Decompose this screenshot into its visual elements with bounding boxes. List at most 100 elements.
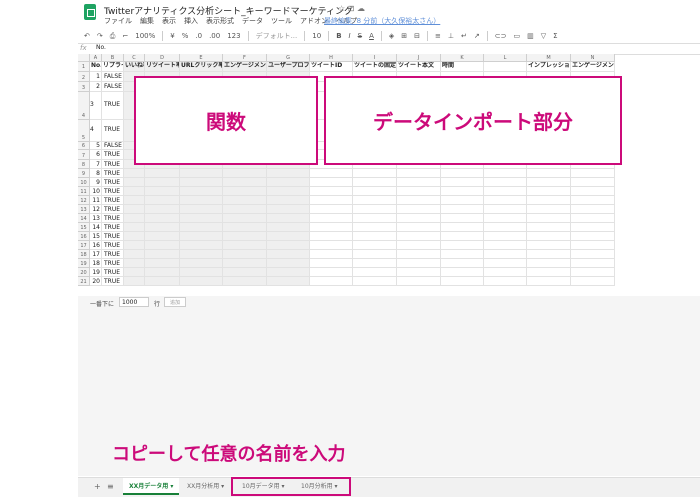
fill-color-icon[interactable]: ◈ xyxy=(389,32,394,40)
grid-cell[interactable] xyxy=(310,259,353,268)
row-header[interactable]: 8 xyxy=(78,160,90,169)
column-header[interactable]: H xyxy=(310,54,353,62)
grid-cell[interactable] xyxy=(180,169,223,178)
grid-cell[interactable] xyxy=(527,196,571,205)
grid-cell[interactable] xyxy=(397,178,441,187)
sheet-tab-xx-analysis[interactable]: XX月分析用 ▾ xyxy=(181,478,230,495)
grid-cell[interactable] xyxy=(441,259,484,268)
grid-cell[interactable] xyxy=(267,178,310,187)
grid-cell[interactable] xyxy=(310,241,353,250)
grid-cell[interactable] xyxy=(267,259,310,268)
grid-cell[interactable] xyxy=(571,187,615,196)
grid-cell[interactable] xyxy=(124,277,145,286)
grid-cell[interactable] xyxy=(180,232,223,241)
grid-cell[interactable] xyxy=(353,205,397,214)
text-rotate-icon[interactable]: ↗ xyxy=(474,32,480,40)
grid-cell[interactable] xyxy=(180,187,223,196)
grid-cell[interactable] xyxy=(397,250,441,259)
grid-cell[interactable] xyxy=(267,277,310,286)
grid-cell[interactable] xyxy=(124,223,145,232)
grid-cell[interactable] xyxy=(484,250,527,259)
row-header[interactable]: 14 xyxy=(78,214,90,223)
value-cell[interactable]: TRUE xyxy=(102,150,124,160)
grid-cell[interactable] xyxy=(353,250,397,259)
value-cell[interactable]: TRUE xyxy=(102,268,124,277)
grid-cell[interactable] xyxy=(353,277,397,286)
grid-cell[interactable] xyxy=(484,241,527,250)
grid-cell[interactable] xyxy=(310,169,353,178)
header-cell[interactable]: ツイート本文 xyxy=(397,62,441,72)
no-cell[interactable]: 5 xyxy=(90,142,102,150)
grid-cell[interactable] xyxy=(124,241,145,250)
grid-cell[interactable] xyxy=(527,232,571,241)
grid-cell[interactable] xyxy=(124,178,145,187)
no-cell[interactable]: 19 xyxy=(90,268,102,277)
grid-cell[interactable] xyxy=(397,196,441,205)
grid-cell[interactable] xyxy=(267,268,310,277)
row-header[interactable]: 10 xyxy=(78,178,90,187)
column-header[interactable]: F xyxy=(223,54,267,62)
no-cell[interactable]: 11 xyxy=(90,196,102,205)
menu-format[interactable]: 表示形式 xyxy=(206,16,234,26)
column-header[interactable]: N xyxy=(571,54,615,62)
grid-cell[interactable] xyxy=(145,277,180,286)
row-header[interactable]: 1 xyxy=(78,62,90,72)
no-cell[interactable]: 16 xyxy=(90,241,102,250)
column-header[interactable]: B xyxy=(102,54,124,62)
grid-cell[interactable] xyxy=(397,241,441,250)
grid-cell[interactable] xyxy=(223,169,267,178)
grid-cell[interactable] xyxy=(353,196,397,205)
value-cell[interactable]: TRUE xyxy=(102,120,124,142)
row-header[interactable]: 3 xyxy=(78,82,90,92)
row-header[interactable]: 11 xyxy=(78,187,90,196)
value-cell[interactable]: TRUE xyxy=(102,205,124,214)
header-cell[interactable] xyxy=(484,62,527,72)
row-header[interactable]: 16 xyxy=(78,232,90,241)
value-cell[interactable]: TRUE xyxy=(102,277,124,286)
grid-cell[interactable] xyxy=(441,277,484,286)
formula-input[interactable]: No. xyxy=(96,44,106,51)
grid-cell[interactable] xyxy=(180,178,223,187)
zoom-select[interactable]: 100% xyxy=(135,32,155,40)
functions-button[interactable]: Σ xyxy=(553,32,557,40)
value-cell[interactable]: TRUE xyxy=(102,178,124,187)
grid-cell[interactable] xyxy=(180,250,223,259)
italic-button[interactable]: I xyxy=(349,32,351,40)
grid-cell[interactable] xyxy=(124,268,145,277)
grid-cell[interactable] xyxy=(124,196,145,205)
grid-cell[interactable] xyxy=(267,223,310,232)
grid-cell[interactable] xyxy=(223,241,267,250)
no-cell[interactable]: 17 xyxy=(90,250,102,259)
font-select[interactable]: デフォルト... xyxy=(256,31,298,41)
grid-cell[interactable] xyxy=(397,268,441,277)
grid-cell[interactable] xyxy=(397,277,441,286)
row-header[interactable]: 7 xyxy=(78,150,90,160)
grid-cell[interactable] xyxy=(527,214,571,223)
paint-format-icon[interactable]: ⌐ xyxy=(122,32,128,40)
grid-cell[interactable] xyxy=(180,241,223,250)
grid-cell[interactable] xyxy=(180,205,223,214)
strikethrough-button[interactable]: S xyxy=(358,32,362,40)
value-cell[interactable]: TRUE xyxy=(102,232,124,241)
row-header[interactable]: 21 xyxy=(78,277,90,286)
grid-cell[interactable] xyxy=(180,268,223,277)
value-cell[interactable]: FALSE xyxy=(102,72,124,82)
print-icon[interactable]: ⎙ xyxy=(110,32,116,41)
grid-cell[interactable] xyxy=(310,268,353,277)
grid-cell[interactable] xyxy=(223,259,267,268)
redo-icon[interactable]: ↷ xyxy=(97,32,103,40)
grid-cell[interactable] xyxy=(124,169,145,178)
grid-cell[interactable] xyxy=(267,187,310,196)
value-cell[interactable]: TRUE xyxy=(102,92,124,120)
value-cell[interactable]: TRUE xyxy=(102,259,124,268)
grid-cell[interactable] xyxy=(145,241,180,250)
grid-cell[interactable] xyxy=(397,259,441,268)
grid-cell[interactable] xyxy=(310,196,353,205)
grid-cell[interactable] xyxy=(180,259,223,268)
value-cell[interactable]: FALSE xyxy=(102,82,124,92)
grid-cell[interactable] xyxy=(353,232,397,241)
no-cell[interactable]: 3 xyxy=(90,92,102,120)
grid-cell[interactable] xyxy=(124,214,145,223)
grid-cell[interactable] xyxy=(267,232,310,241)
no-cell[interactable]: 9 xyxy=(90,178,102,187)
